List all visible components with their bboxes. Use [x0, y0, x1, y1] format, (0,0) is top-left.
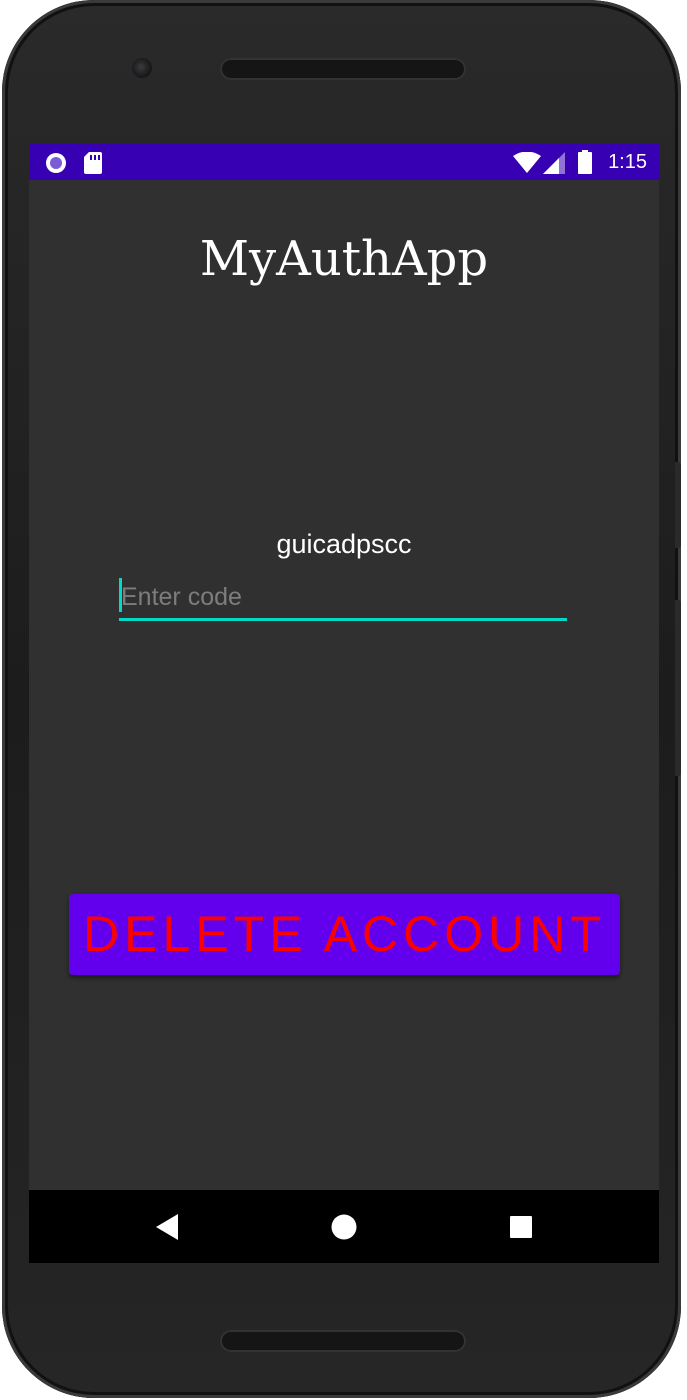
circle-notification-icon — [45, 152, 67, 179]
power-button[interactable] — [675, 462, 681, 548]
sd-card-icon — [84, 152, 102, 179]
back-icon — [156, 1213, 178, 1240]
earpiece-speaker — [220, 58, 466, 80]
navigation-bar — [29, 1190, 659, 1263]
battery-icon — [578, 150, 592, 179]
recents-button[interactable] — [476, 1190, 566, 1263]
bottom-speaker — [220, 1330, 466, 1352]
app-title: MyAuthApp — [199, 231, 489, 287]
recents-icon — [510, 1215, 532, 1238]
cell-signal-icon — [543, 152, 565, 179]
code-input[interactable] — [119, 576, 569, 618]
volume-button[interactable] — [675, 600, 681, 776]
status-time: 1:15 — [608, 151, 647, 173]
code-input-field[interactable] — [119, 576, 569, 621]
screen: 1:15 MyAuthApp guicadpscc DELETE ACCOUNT — [29, 144, 659, 1263]
status-bar: 1:15 — [29, 144, 659, 180]
back-button[interactable] — [123, 1190, 213, 1263]
code-label: guicadpscc — [276, 529, 412, 559]
front-camera — [132, 58, 152, 78]
delete-account-button[interactable]: DELETE ACCOUNT — [69, 894, 620, 975]
phone-frame: 1:15 MyAuthApp guicadpscc DELETE ACCOUNT — [2, 0, 681, 1398]
home-button[interactable] — [299, 1190, 389, 1263]
wifi-icon — [513, 151, 541, 179]
home-icon — [331, 1214, 357, 1239]
